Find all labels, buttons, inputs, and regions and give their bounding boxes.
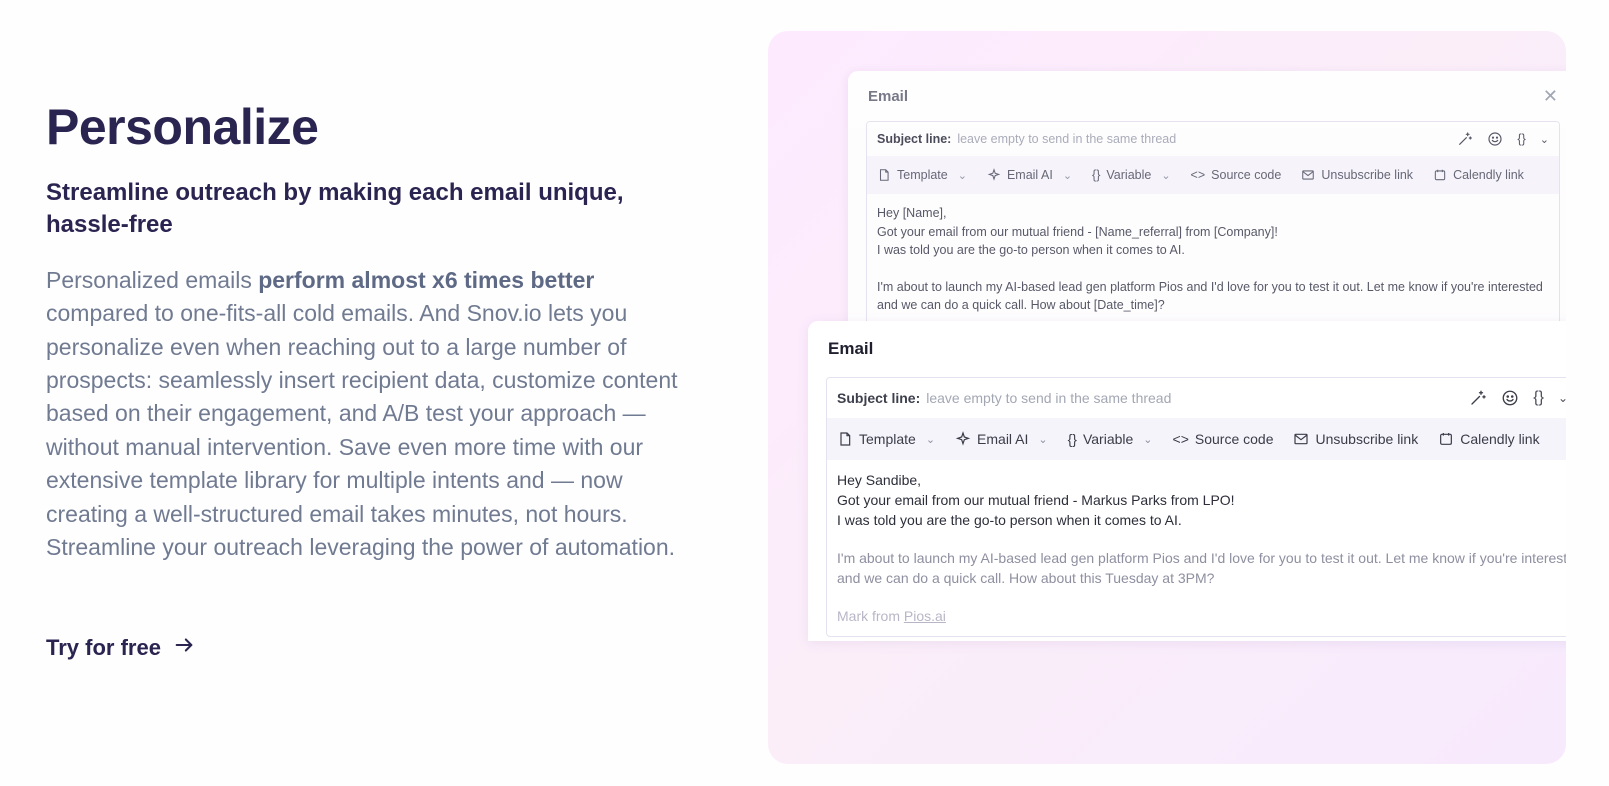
calendar-icon bbox=[1434, 169, 1446, 181]
subject-line-field[interactable]: Subject line: leave empty to send in the… bbox=[867, 122, 1559, 156]
chevron-down-icon: ⌄ bbox=[1038, 433, 1048, 446]
page: Personalize Streamline outreach by makin… bbox=[0, 0, 1609, 786]
email-editor: Subject line: leave empty to send in the… bbox=[866, 121, 1560, 326]
magic-wand-icon[interactable] bbox=[1457, 131, 1473, 147]
card-title: Email bbox=[828, 339, 874, 358]
subject-placeholder: leave empty to send in the same thread bbox=[926, 390, 1172, 406]
calendly-link-button[interactable]: Calendly link bbox=[1433, 168, 1524, 182]
email-personalized-card: Email Subject line: leave empty to send … bbox=[808, 321, 1566, 641]
code-icon: <> bbox=[1172, 431, 1189, 447]
variable-dropdown[interactable]: {} Variable ⌄ bbox=[1068, 431, 1153, 447]
subject-line-field[interactable]: Subject line: leave empty to send in the… bbox=[827, 378, 1566, 418]
chevron-down-icon: ⌄ bbox=[1062, 169, 1073, 182]
template-label: Template bbox=[859, 431, 916, 447]
cta-label: Try for free bbox=[46, 635, 161, 660]
email-line: and we can do a quick call. How about [D… bbox=[877, 298, 1165, 312]
email-ai-dropdown[interactable]: Email AI ⌄ bbox=[955, 431, 1048, 447]
description-rest: compared to one-fits-all cold emails. An… bbox=[46, 300, 678, 561]
description-highlight: perform almost x6 times better bbox=[258, 266, 595, 293]
subject-placeholder: leave empty to send in the same thread bbox=[957, 132, 1177, 146]
source-code-button[interactable]: <> Source code bbox=[1191, 168, 1282, 182]
subject-actions: {} ⌄ bbox=[1469, 389, 1566, 407]
calendar-icon bbox=[1440, 433, 1453, 445]
braces-icon: {} bbox=[1067, 431, 1077, 447]
section-description: Personalized emails perform almost x6 ti… bbox=[46, 264, 686, 565]
arrow-right-icon bbox=[173, 634, 195, 662]
email-line: I was told you are the go-to person when… bbox=[877, 243, 1185, 257]
email-line: Got your email from our mutual friend - … bbox=[837, 492, 1235, 508]
email-line: I'm about to launch my AI-based lead gen… bbox=[837, 550, 1566, 566]
card-title: Email bbox=[868, 87, 909, 105]
unsubscribe-label: Unsubscribe link bbox=[1315, 431, 1419, 447]
variable-label: Variable bbox=[1082, 431, 1134, 447]
template-label: Template bbox=[897, 168, 948, 182]
source-code-button[interactable]: <> Source code bbox=[1173, 431, 1274, 447]
calendly-link-button[interactable]: Calendly link bbox=[1438, 431, 1540, 447]
source-code-label: Source code bbox=[1211, 168, 1282, 182]
description-start: Personalized emails bbox=[46, 266, 259, 293]
template-dropdown[interactable]: Template ⌄ bbox=[837, 431, 935, 447]
section-subtitle: Streamline outreach by making each email… bbox=[46, 179, 624, 239]
unsubscribe-link-button[interactable]: Unsubscribe link bbox=[1293, 431, 1418, 447]
code-icon: <> bbox=[1190, 168, 1206, 182]
chevron-down-icon: ⌄ bbox=[925, 433, 936, 446]
feature-text-section: Personalize Streamline outreach by makin… bbox=[46, 100, 686, 564]
template-icon bbox=[879, 169, 889, 181]
section-title: Personalize bbox=[46, 99, 319, 155]
subject-label: Subject line: bbox=[877, 132, 952, 146]
braces-icon: {} bbox=[1092, 168, 1101, 182]
smile-icon[interactable] bbox=[1487, 131, 1503, 147]
chevron-down-icon: ⌄ bbox=[1143, 433, 1153, 446]
close-icon[interactable]: ✕ bbox=[1543, 86, 1558, 107]
email-line: Hey [Name], bbox=[877, 206, 947, 220]
sparkle-icon bbox=[987, 168, 1001, 181]
email-signature: Mark from Pios.ai bbox=[837, 606, 1566, 626]
braces-icon[interactable]: {} bbox=[1517, 132, 1525, 146]
template-dropdown[interactable]: Template ⌄ bbox=[877, 168, 967, 182]
email-line: I'm about to launch my AI-based lead gen… bbox=[877, 279, 1543, 294]
smile-icon[interactable] bbox=[1501, 389, 1519, 407]
email-body[interactable]: Hey Sandibe, Got your email from our mut… bbox=[827, 460, 1566, 636]
email-editor: Subject line: leave empty to send in the… bbox=[826, 377, 1566, 637]
try-for-free-link[interactable]: Try for free bbox=[46, 634, 195, 662]
chevron-down-icon: ⌄ bbox=[957, 169, 967, 182]
editor-toolbar: Template ⌄ Email AI ⌄ {} Variable ⌄ <> Sour… bbox=[867, 156, 1559, 194]
mail-x-icon bbox=[1294, 433, 1309, 445]
braces-icon[interactable]: {} bbox=[1533, 389, 1544, 407]
card-header: Email bbox=[808, 321, 1566, 377]
chevron-down-icon[interactable]: ⌄ bbox=[1558, 391, 1566, 405]
sparkle-icon bbox=[955, 431, 971, 446]
subject-actions: {} ⌄ bbox=[1457, 131, 1549, 147]
chevron-down-icon: ⌄ bbox=[1161, 169, 1171, 182]
mail-x-icon bbox=[1302, 170, 1315, 180]
email-preview-panel: Email ✕ Subject line: leave empty to sen… bbox=[768, 31, 1566, 764]
editor-toolbar: Template ⌄ Email AI ⌄ {} Variable ⌄ <> Sour… bbox=[827, 418, 1566, 460]
email-line: I was told you are the go-to person when… bbox=[837, 512, 1182, 528]
chevron-down-icon[interactable]: ⌄ bbox=[1540, 133, 1549, 146]
email-body[interactable]: Hey [Name], Got your email from our mutu… bbox=[867, 194, 1559, 325]
subject-label: Subject line: bbox=[837, 390, 921, 406]
variable-label: Variable bbox=[1106, 168, 1152, 182]
email-ai-label: Email AI bbox=[977, 431, 1029, 447]
calendly-label: Calendly link bbox=[1460, 431, 1540, 447]
card-header: Email ✕ bbox=[848, 71, 1566, 121]
unsubscribe-link-button[interactable]: Unsubscribe link bbox=[1301, 168, 1413, 182]
email-ai-label: Email AI bbox=[1006, 168, 1053, 182]
source-code-label: Source code bbox=[1194, 431, 1274, 447]
unsubscribe-label: Unsubscribe link bbox=[1321, 168, 1414, 182]
calendly-label: Calendly link bbox=[1453, 168, 1524, 182]
email-ai-dropdown[interactable]: Email AI ⌄ bbox=[987, 168, 1072, 182]
email-line: and we can do a quick call. How about th… bbox=[837, 570, 1215, 586]
template-icon bbox=[840, 432, 851, 446]
signature-prefix: Mark from bbox=[837, 608, 904, 624]
email-line: Got your email from our mutual friend - … bbox=[877, 224, 1278, 239]
email-line: Hey Sandibe, bbox=[837, 472, 922, 488]
variable-dropdown[interactable]: {} Variable ⌄ bbox=[1092, 168, 1171, 182]
signature-link[interactable]: Pios.ai bbox=[904, 608, 946, 624]
magic-wand-icon[interactable] bbox=[1469, 389, 1487, 407]
